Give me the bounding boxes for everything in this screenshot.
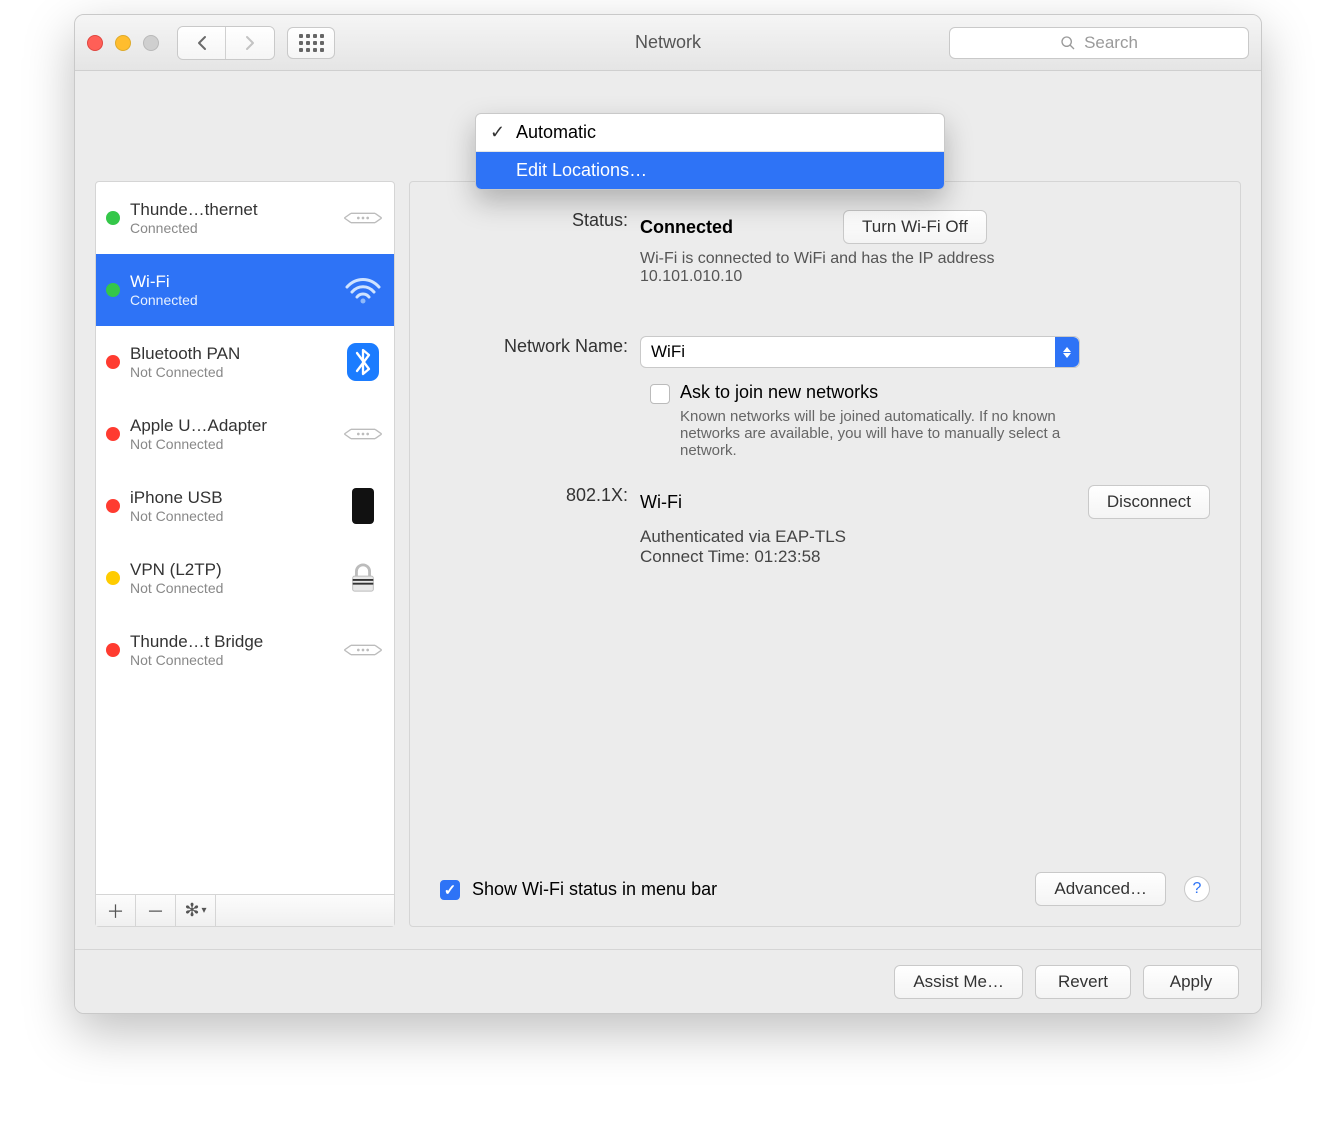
- chevron-right-icon: [244, 35, 256, 51]
- ethernet-icon: [342, 206, 384, 230]
- zoom-window-button: [143, 35, 159, 51]
- chevron-down-icon: ▾: [202, 905, 207, 916]
- service-vpn-l2tp[interactable]: VPN (L2TP) Not Connected: [96, 542, 394, 614]
- service-bluetooth-pan[interactable]: Bluetooth PAN Not Connected: [96, 326, 394, 398]
- service-status: Not Connected: [130, 436, 332, 452]
- status-value: Connected: [640, 217, 733, 238]
- show-all-button[interactable]: [287, 27, 335, 59]
- service-apple-usb-adapter[interactable]: Apple U…Adapter Not Connected: [96, 398, 394, 470]
- sidebar-toolbar: ＋ － ✻▾: [96, 894, 394, 926]
- status-dot-icon: [106, 427, 120, 441]
- service-thunderbolt-bridge[interactable]: Thunde…t Bridge Not Connected: [96, 614, 394, 686]
- status-description: Wi-Fi is connected to WiFi and has the I…: [640, 250, 1060, 286]
- traffic-lights: [87, 35, 159, 51]
- service-name: Thunde…thernet: [130, 200, 332, 220]
- ethernet-icon: [342, 638, 384, 662]
- search-icon: [1060, 35, 1076, 51]
- wifi-icon: [342, 275, 384, 305]
- advanced-button[interactable]: Advanced…: [1035, 872, 1166, 906]
- stepper-icon: [1055, 337, 1079, 367]
- service-name: VPN (L2TP): [130, 560, 332, 580]
- network-name-value: WiFi: [651, 342, 685, 362]
- location-popup-menu[interactable]: Automatic Edit Locations…: [475, 113, 945, 190]
- lock-icon: [342, 563, 384, 593]
- disconnect-button[interactable]: Disconnect: [1088, 485, 1210, 519]
- content-area: Location: Thunde…thernet Connected: [75, 71, 1261, 947]
- location-menu-edit[interactable]: Edit Locations…: [476, 152, 944, 189]
- service-list[interactable]: Thunde…thernet Connected Wi-Fi Connected: [96, 182, 394, 894]
- sidebar-toolbar-spacer: [216, 895, 394, 926]
- location-menu-automatic[interactable]: Automatic: [476, 114, 944, 151]
- status-dot-icon: [106, 499, 120, 513]
- service-actions-button[interactable]: ✻▾: [176, 895, 216, 926]
- network-name-label: Network Name:: [440, 336, 640, 368]
- 8021x-time-line: Connect Time: 01:23:58: [640, 547, 1210, 567]
- remove-service-button[interactable]: －: [136, 895, 176, 926]
- help-button[interactable]: ?: [1184, 876, 1210, 902]
- nav-buttons: [177, 26, 275, 60]
- detail-panel: Status: Connected Turn Wi-Fi Off Wi-Fi i…: [409, 181, 1241, 927]
- service-wifi[interactable]: Wi-Fi Connected: [96, 254, 394, 326]
- status-label: Status:: [440, 210, 640, 231]
- ethernet-icon: [342, 422, 384, 446]
- forward-button[interactable]: [226, 27, 274, 59]
- service-name: Wi-Fi: [130, 272, 332, 292]
- ask-join-label: Ask to join new networks: [680, 382, 878, 403]
- service-name: Bluetooth PAN: [130, 344, 332, 364]
- service-status: Connected: [130, 292, 332, 308]
- status-dot-icon: [106, 571, 120, 585]
- chevron-left-icon: [196, 35, 208, 51]
- 8021x-label: 802.1X:: [440, 485, 640, 567]
- assist-me-button[interactable]: Assist Me…: [894, 965, 1023, 999]
- grid-icon: [299, 34, 324, 52]
- 8021x-value: Wi-Fi: [640, 492, 682, 513]
- service-status: Not Connected: [130, 364, 332, 380]
- service-status: Not Connected: [130, 652, 332, 668]
- turn-wifi-off-button[interactable]: Turn Wi-Fi Off: [843, 210, 987, 244]
- search-placeholder: Search: [1084, 33, 1138, 53]
- service-name: Thunde…t Bridge: [130, 632, 332, 652]
- revert-button[interactable]: Revert: [1035, 965, 1131, 999]
- service-thunderbolt-ethernet[interactable]: Thunde…thernet Connected: [96, 182, 394, 254]
- close-window-button[interactable]: [87, 35, 103, 51]
- 8021x-auth-line: Authenticated via EAP-TLS: [640, 527, 1210, 547]
- service-iphone-usb[interactable]: iPhone USB Not Connected: [96, 470, 394, 542]
- service-name: Apple U…Adapter: [130, 416, 332, 436]
- status-dot-icon: [106, 355, 120, 369]
- ask-join-checkbox[interactable]: [650, 384, 670, 404]
- network-name-popup[interactable]: WiFi: [640, 336, 1080, 368]
- service-list-panel: Thunde…thernet Connected Wi-Fi Connected: [95, 181, 395, 927]
- status-dot-icon: [106, 211, 120, 225]
- service-status: Connected: [130, 220, 332, 236]
- titlebar: Network Search: [75, 15, 1261, 71]
- service-status: Not Connected: [130, 580, 332, 596]
- apply-button[interactable]: Apply: [1143, 965, 1239, 999]
- add-service-button[interactable]: ＋: [96, 895, 136, 926]
- bluetooth-icon: [342, 342, 384, 382]
- back-button[interactable]: [178, 27, 226, 59]
- ask-join-description: Known networks will be joined automatica…: [680, 408, 1110, 459]
- minimize-window-button[interactable]: [115, 35, 131, 51]
- gear-icon: ✻: [184, 900, 199, 921]
- show-wifi-status-checkbox[interactable]: [440, 880, 460, 900]
- search-field[interactable]: Search: [949, 27, 1249, 59]
- status-dot-icon: [106, 643, 120, 657]
- service-status: Not Connected: [130, 508, 332, 524]
- show-wifi-status-label: Show Wi-Fi status in menu bar: [472, 879, 717, 900]
- status-dot-icon: [106, 283, 120, 297]
- network-preferences-window: Network Search Location: Thunde…thernet …: [74, 14, 1262, 1014]
- phone-icon: [342, 488, 384, 524]
- service-name: iPhone USB: [130, 488, 332, 508]
- footer-buttons: Assist Me… Revert Apply: [75, 949, 1261, 1013]
